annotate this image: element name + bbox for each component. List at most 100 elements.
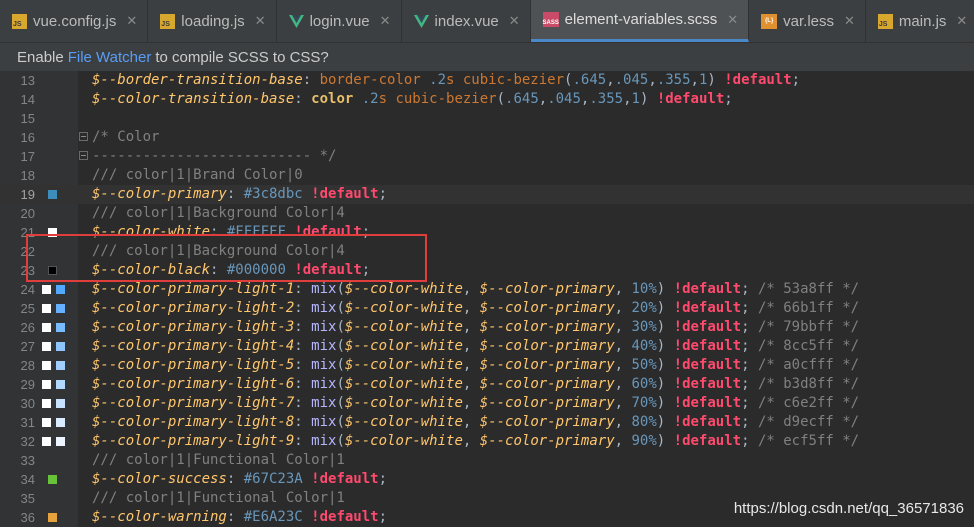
tab-vue-config-js[interactable]: JS vue.config.js ✕ bbox=[0, 0, 149, 42]
fold-marker-icon[interactable] bbox=[79, 151, 88, 160]
code-token: !default bbox=[673, 376, 742, 392]
color-swatch[interactable] bbox=[56, 437, 65, 446]
code-line[interactable]: 16 /* Color bbox=[0, 128, 974, 147]
code-token: ) bbox=[656, 300, 674, 316]
color-swatch[interactable] bbox=[48, 190, 57, 199]
file-watcher-link[interactable]: File Watcher bbox=[68, 49, 152, 66]
code-line[interactable]: 20 /// color|1|Background Color|4 bbox=[0, 204, 974, 223]
code-token: $--color-primary-light-8 bbox=[92, 414, 295, 430]
color-swatch[interactable] bbox=[56, 323, 65, 332]
code-token: ( bbox=[336, 319, 345, 335]
close-tab-icon[interactable]: ✕ bbox=[126, 13, 137, 29]
code-token: ; bbox=[741, 433, 758, 449]
color-swatch[interactable] bbox=[42, 418, 51, 427]
code-token: cubic-bezier bbox=[462, 72, 565, 88]
code-text: $--color-primary-light-1: mix($--color-w… bbox=[92, 280, 859, 299]
code-token: ) bbox=[707, 72, 725, 88]
color-swatch[interactable] bbox=[48, 513, 57, 522]
color-swatch[interactable] bbox=[56, 418, 65, 427]
code-token: 80% bbox=[631, 414, 657, 430]
code-line[interactable]: 33 /// color|1|Functional Color|1 bbox=[0, 451, 974, 470]
js-file-icon: JS bbox=[160, 13, 176, 29]
code-token: $--color-primary-light-3 bbox=[92, 319, 295, 335]
watermark: https://blog.csdn.net/qq_36571836 bbox=[733, 500, 964, 517]
code-token: , bbox=[462, 395, 480, 411]
color-swatch[interactable] bbox=[42, 437, 51, 446]
close-tab-icon[interactable]: ✕ bbox=[844, 13, 855, 29]
tab-index-vue[interactable]: index.vue ✕ bbox=[402, 0, 531, 42]
code-token: .645 bbox=[572, 72, 607, 88]
code-line[interactable]: 31 $--color-primary-light-8: mix($--color… bbox=[0, 413, 974, 432]
code-token: /* d9ecff */ bbox=[757, 414, 860, 430]
code-line[interactable]: 30 $--color-primary-light-7: mix($--color… bbox=[0, 394, 974, 413]
tab-element-variables-scss[interactable]: SASS element-variables.scss ✕ bbox=[530, 0, 750, 42]
code-token: !default bbox=[673, 395, 742, 411]
code-token: ( bbox=[336, 376, 345, 392]
line-number: 16 bbox=[20, 130, 35, 145]
code-token: , bbox=[462, 376, 480, 392]
code-line[interactable]: 25 $--color-primary-light-2: mix($--color… bbox=[0, 299, 974, 318]
code-token: ) bbox=[639, 91, 657, 107]
tab-var-less[interactable]: {L} var.less ✕ bbox=[749, 0, 866, 42]
color-swatch[interactable] bbox=[56, 380, 65, 389]
code-line[interactable]: 15 bbox=[0, 109, 974, 128]
code-token: , bbox=[462, 319, 480, 335]
code-line[interactable]: 27 $--color-primary-light-4: mix($--color… bbox=[0, 337, 974, 356]
code-line[interactable]: 24 $--color-primary-light-1: mix($--color… bbox=[0, 280, 974, 299]
color-swatch[interactable] bbox=[42, 342, 51, 351]
color-swatch[interactable] bbox=[56, 361, 65, 370]
code-token: !default bbox=[673, 414, 742, 430]
close-tab-icon[interactable]: ✕ bbox=[380, 13, 391, 29]
line-number: 32 bbox=[20, 434, 35, 449]
code-token: 60% bbox=[631, 376, 657, 392]
code-token: $--color-primary bbox=[479, 433, 615, 449]
tab-login-vue[interactable]: login.vue ✕ bbox=[277, 0, 402, 42]
code-line[interactable]: 29 $--color-primary-light-6: mix($--color… bbox=[0, 375, 974, 394]
code-line[interactable]: 13 $--border-transition-base: border-colo… bbox=[0, 71, 974, 90]
code-token: #3c8dbc bbox=[243, 186, 312, 202]
close-tab-icon[interactable]: ✕ bbox=[727, 12, 738, 28]
vue-file-icon bbox=[288, 14, 304, 28]
code-line[interactable]: 28 $--color-primary-light-5: mix($--color… bbox=[0, 356, 974, 375]
color-swatch[interactable] bbox=[56, 342, 65, 351]
code-line[interactable]: 14 $--color-transition-base: color .2s cu… bbox=[0, 90, 974, 109]
code-token: #67C23A bbox=[243, 471, 312, 487]
code-line[interactable]: 17 -------------------------- */ bbox=[0, 147, 974, 166]
color-swatch[interactable] bbox=[42, 304, 51, 313]
color-swatch[interactable] bbox=[56, 285, 65, 294]
color-swatch[interactable] bbox=[42, 399, 51, 408]
code-line[interactable]: 32 $--color-primary-light-9: mix($--color… bbox=[0, 432, 974, 451]
color-swatch[interactable] bbox=[56, 399, 65, 408]
code-token: , bbox=[606, 72, 615, 88]
code-token: 50% bbox=[631, 357, 657, 373]
color-swatch[interactable] bbox=[42, 361, 51, 370]
code-token: : bbox=[294, 357, 312, 373]
color-swatch[interactable] bbox=[48, 475, 57, 484]
code-token: ; bbox=[741, 414, 758, 430]
editor-tab-bar: JS vue.config.js ✕ JS loading.js ✕ login.vue ✕ i… bbox=[0, 0, 974, 43]
code-token: , bbox=[614, 357, 632, 373]
code-token: ; bbox=[724, 91, 733, 107]
close-tab-icon[interactable]: ✕ bbox=[255, 13, 266, 29]
code-line[interactable]: 34 $--color-success: #67C23A !default; bbox=[0, 470, 974, 489]
code-line[interactable]: 26 $--color-primary-light-3: mix($--color… bbox=[0, 318, 974, 337]
code-token: ; bbox=[741, 281, 758, 297]
close-tab-icon[interactable]: ✕ bbox=[509, 13, 520, 29]
tab-loading-js[interactable]: JS loading.js ✕ bbox=[148, 0, 277, 42]
code-token: /* Color bbox=[92, 129, 160, 145]
code-line[interactable]: 19 $--color-primary: #3c8dbc !default; bbox=[0, 185, 974, 204]
color-swatch[interactable] bbox=[42, 285, 51, 294]
code-token: $--color-primary-light-7 bbox=[92, 395, 295, 411]
tab-main-js[interactable]: JS main.js ✕ bbox=[866, 0, 974, 42]
close-tab-icon[interactable]: ✕ bbox=[956, 13, 967, 29]
color-swatch[interactable] bbox=[56, 304, 65, 313]
line-number: 13 bbox=[20, 73, 35, 88]
fold-marker-icon[interactable] bbox=[79, 132, 88, 141]
color-swatch[interactable] bbox=[42, 380, 51, 389]
code-line[interactable]: 18 /// color|1|Brand Color|0 bbox=[0, 166, 974, 185]
line-number: 26 bbox=[20, 320, 35, 335]
code-editor[interactable]: 13 $--border-transition-base: border-colo… bbox=[0, 71, 974, 527]
code-text: $--color-primary-light-9: mix($--color-w… bbox=[92, 432, 859, 451]
color-swatch[interactable] bbox=[42, 323, 51, 332]
code-token: , bbox=[462, 357, 480, 373]
